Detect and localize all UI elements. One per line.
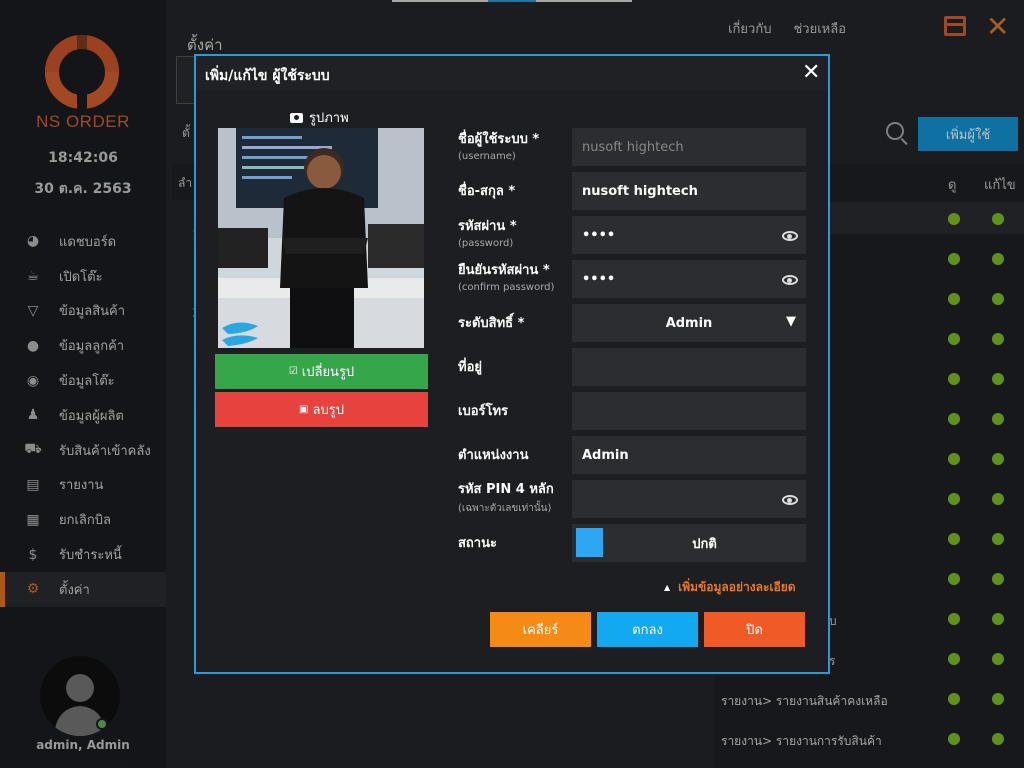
position-label: ตำแหน่งงาน (458, 448, 529, 463)
trash-icon: ▣ (299, 404, 309, 415)
eye-icon[interactable] (782, 275, 798, 285)
position-field[interactable] (572, 436, 806, 474)
confirm-password-field[interactable] (572, 260, 806, 298)
user-edit-modal: เพิ่ม/แก้ไข ผู้ใช้ระบบ ✕ รูปภาพ ☑ เปลี่ย… (194, 54, 830, 674)
app-root: NS ORDER 18:42:06 30 ต.ค. 2563 ◕ แดชบอร์… (0, 0, 1024, 768)
pin-label: รหัส PIN 4 หลัก (458, 482, 554, 497)
password-label: รหัสผ่าน * (458, 219, 517, 234)
edit-icon: ☑ (288, 366, 298, 377)
user-photo (218, 128, 424, 348)
delete-photo-button[interactable]: ▣ ลบรูป (215, 392, 428, 427)
ok-button[interactable]: ตกลง (597, 612, 698, 647)
username-field[interactable] (572, 128, 806, 166)
user-photo-image (218, 128, 424, 348)
close-button[interactable]: ปิด (704, 612, 805, 647)
confirm-password-label: ยืนยันรหัสผ่าน * (458, 263, 550, 278)
photo-label: รูปภาพ (290, 107, 349, 128)
status-label: สถานะ (458, 536, 497, 551)
change-photo-label: เปลี่ยนรูป (301, 365, 355, 380)
phone-label: เบอร์โทร (458, 404, 509, 419)
fullname-label: ชื่อ-สกุล * (458, 184, 516, 199)
role-label: ระดับสิทธิ์ * (458, 316, 525, 331)
more-details-label: เพิ่มข้อมูลอย่างละเอียด (678, 580, 796, 594)
pin-sublabel: (เฉพาะตัวเลขเท่านั้น) (458, 503, 552, 514)
more-details-link[interactable]: ▲ เพิ่มข้อมูลอย่างละเอียด (664, 578, 796, 597)
chevron-down-icon[interactable]: ▼ (786, 314, 796, 329)
clear-button[interactable]: เคลียร์ (490, 612, 591, 647)
status-toggle[interactable] (576, 528, 603, 557)
confirm-password-sublabel: (confirm password) (458, 282, 555, 293)
delete-photo-label: ลบรูป (312, 403, 344, 418)
modal-title: เพิ่ม/แก้ไข ผู้ใช้ระบบ (205, 68, 330, 84)
eye-icon[interactable] (782, 495, 798, 505)
phone-field[interactable] (572, 392, 806, 430)
password-sublabel: (password) (458, 238, 514, 249)
pin-field[interactable] (572, 480, 806, 518)
address-field[interactable] (572, 348, 806, 386)
triangle-up-icon: ▲ (664, 583, 671, 592)
role-select[interactable]: Admin (572, 304, 806, 342)
camera-icon (290, 112, 303, 123)
role-select-value: Admin (665, 315, 713, 331)
status-value: ปกติ (692, 536, 717, 552)
password-field[interactable] (572, 216, 806, 254)
photo-label-text: รูปภาพ (309, 111, 349, 126)
eye-icon[interactable] (782, 231, 798, 241)
close-icon[interactable]: ✕ (802, 60, 820, 85)
fullname-field[interactable] (572, 172, 806, 210)
username-sublabel: (username) (458, 151, 516, 162)
address-label: ที่อยู่ (458, 360, 482, 375)
change-photo-button[interactable]: ☑ เปลี่ยนรูป (215, 354, 428, 389)
status-toggle-field[interactable]: ปกติ (572, 524, 806, 562)
modal-header: เพิ่ม/แก้ไข ผู้ใช้ระบบ ✕ (196, 56, 828, 90)
username-label: ชื่อผู้ใช้ระบบ * (458, 132, 540, 147)
